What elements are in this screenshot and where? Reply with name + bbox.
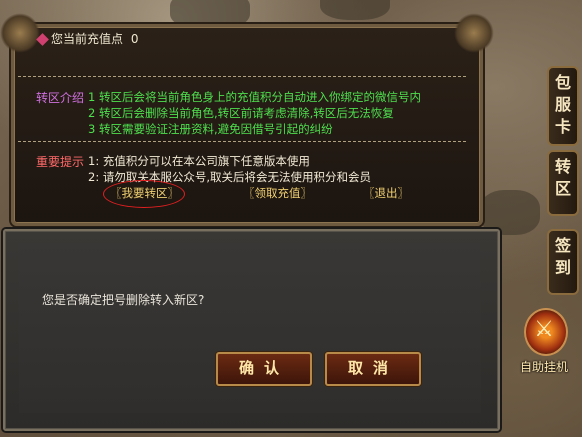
- dragon-ornament-icon: [454, 13, 494, 53]
- sword-icon: ⚔: [534, 317, 554, 342]
- auto-hangup-label: 自助挂机: [519, 360, 568, 374]
- tab-label: 签到: [555, 236, 572, 277]
- exit-link[interactable]: 〖退出〗: [363, 185, 409, 201]
- divider: [18, 76, 466, 77]
- highlight-circle: [103, 180, 185, 208]
- charge-label: 您当前充值点: [51, 32, 124, 46]
- transfer-intro-label: 转区介绍: [36, 91, 85, 105]
- tab-transfer[interactable]: 转区: [547, 150, 579, 216]
- charge-value: 0: [130, 32, 139, 46]
- charge-row: 您当前充值点 0: [36, 30, 139, 46]
- transfer-line: 1 转区后会将当前角色身上的充值积分自动进入你绑定的微信号内: [88, 90, 421, 104]
- tab-sign-in[interactable]: 签到: [547, 229, 579, 295]
- dragon-ornament-icon: [0, 13, 40, 53]
- cancel-button[interactable]: 取消: [325, 352, 421, 386]
- transfer-line: 3 转区需要验证注册资料,避免因借号引起的纠纷: [88, 122, 333, 136]
- gem-icon: [36, 33, 49, 46]
- dialog-body: [19, 243, 481, 413]
- important-label: 重要提示: [36, 155, 85, 169]
- auto-hangup-button[interactable]: ⚔ 自助挂机: [514, 308, 574, 380]
- confirm-button[interactable]: 确认: [216, 352, 312, 386]
- claim-recharge-link[interactable]: 〖领取充值〗: [243, 185, 312, 201]
- confirm-dialog: [3, 229, 500, 431]
- dialog-message: 您是否确定把号删除转入新区?: [42, 293, 205, 307]
- tab-label: 转区: [555, 157, 572, 198]
- divider: [18, 141, 466, 142]
- tab-server-card[interactable]: 包服卡: [547, 66, 579, 146]
- transfer-line: 2 转区后会删除当前角色,转区前请考虑清除,转区后无法恢复: [88, 106, 394, 120]
- important-line: 1: 充值积分可以在本公司旗下任意版本使用: [88, 154, 310, 168]
- tab-label: 包服卡: [555, 73, 572, 136]
